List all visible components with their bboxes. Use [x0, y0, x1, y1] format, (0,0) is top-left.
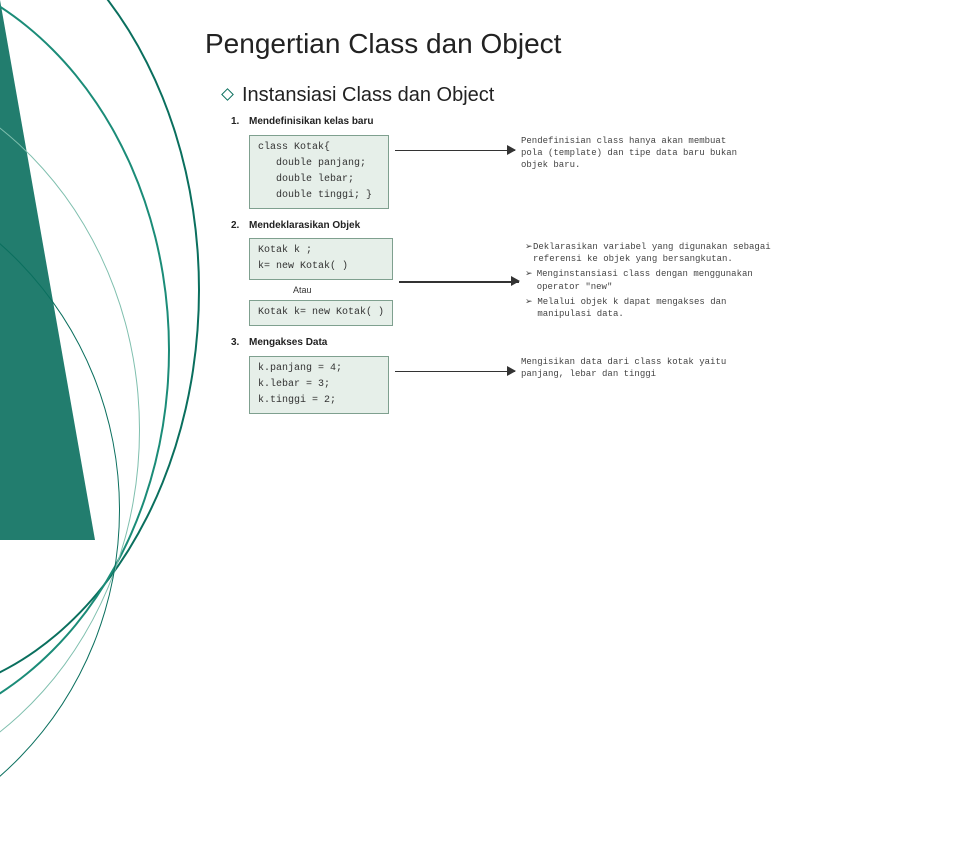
arrow-icon — [395, 141, 515, 161]
slide-decoration — [0, 0, 200, 540]
code-box-declare-2: Kotak k= new Kotak( ) — [249, 300, 393, 326]
code-box-class-def: class Kotak{ double panjang; double leba… — [249, 135, 389, 209]
bullet-text: Deklarasikan variabel yang digunakan seb… — [533, 241, 785, 265]
bullet-text: Menginstansiasi class dengan menggunakan… — [537, 268, 785, 292]
description-text: Mengisikan data dari class kotak yaitu p… — [521, 356, 751, 380]
section-1: 1. Mendefinisikan kelas baru class Kotak… — [231, 115, 925, 209]
slide-subtitle: Instansiasi Class dan Object — [223, 84, 925, 107]
slide-content: Pengertian Class dan Object Instansiasi … — [205, 28, 925, 424]
diamond-bullet-icon — [221, 88, 234, 101]
or-label: Atau — [293, 284, 393, 296]
section-heading: Mendefinisikan kelas baru — [249, 115, 374, 129]
description-text: Pendefinisian class hanya akan membuat p… — [521, 135, 751, 171]
section-heading: Mengakses Data — [249, 336, 327, 350]
chevron-right-icon: ➢ — [525, 268, 537, 292]
code-box-access: k.panjang = 4; k.lebar = 3; k.tinggi = 2… — [249, 356, 389, 414]
section-number: 2. — [231, 219, 249, 233]
section-heading: Mendeklarasikan Objek — [249, 219, 360, 233]
chevron-right-icon: ➢ — [525, 241, 533, 265]
arrow-icon — [395, 362, 515, 382]
section-3: 3. Mengakses Data k.panjang = 4; k.lebar… — [231, 336, 925, 414]
section-2: 2. Mendeklarasikan Objek Kotak k ; k= ne… — [231, 219, 925, 327]
slide-title: Pengertian Class dan Object — [205, 28, 925, 60]
bullet-list: ➢Deklarasikan variabel yang digunakan se… — [525, 241, 785, 323]
bullet-text: Melalui objek k dapat mengakses dan mani… — [537, 296, 785, 320]
arrow-icon — [399, 272, 519, 292]
section-number: 3. — [231, 336, 249, 350]
subtitle-text: Instansiasi Class dan Object — [242, 84, 494, 106]
chevron-right-icon: ➢ — [525, 296, 537, 320]
code-box-declare-1: Kotak k ; k= new Kotak( ) — [249, 238, 393, 280]
section-number: 1. — [231, 115, 249, 129]
